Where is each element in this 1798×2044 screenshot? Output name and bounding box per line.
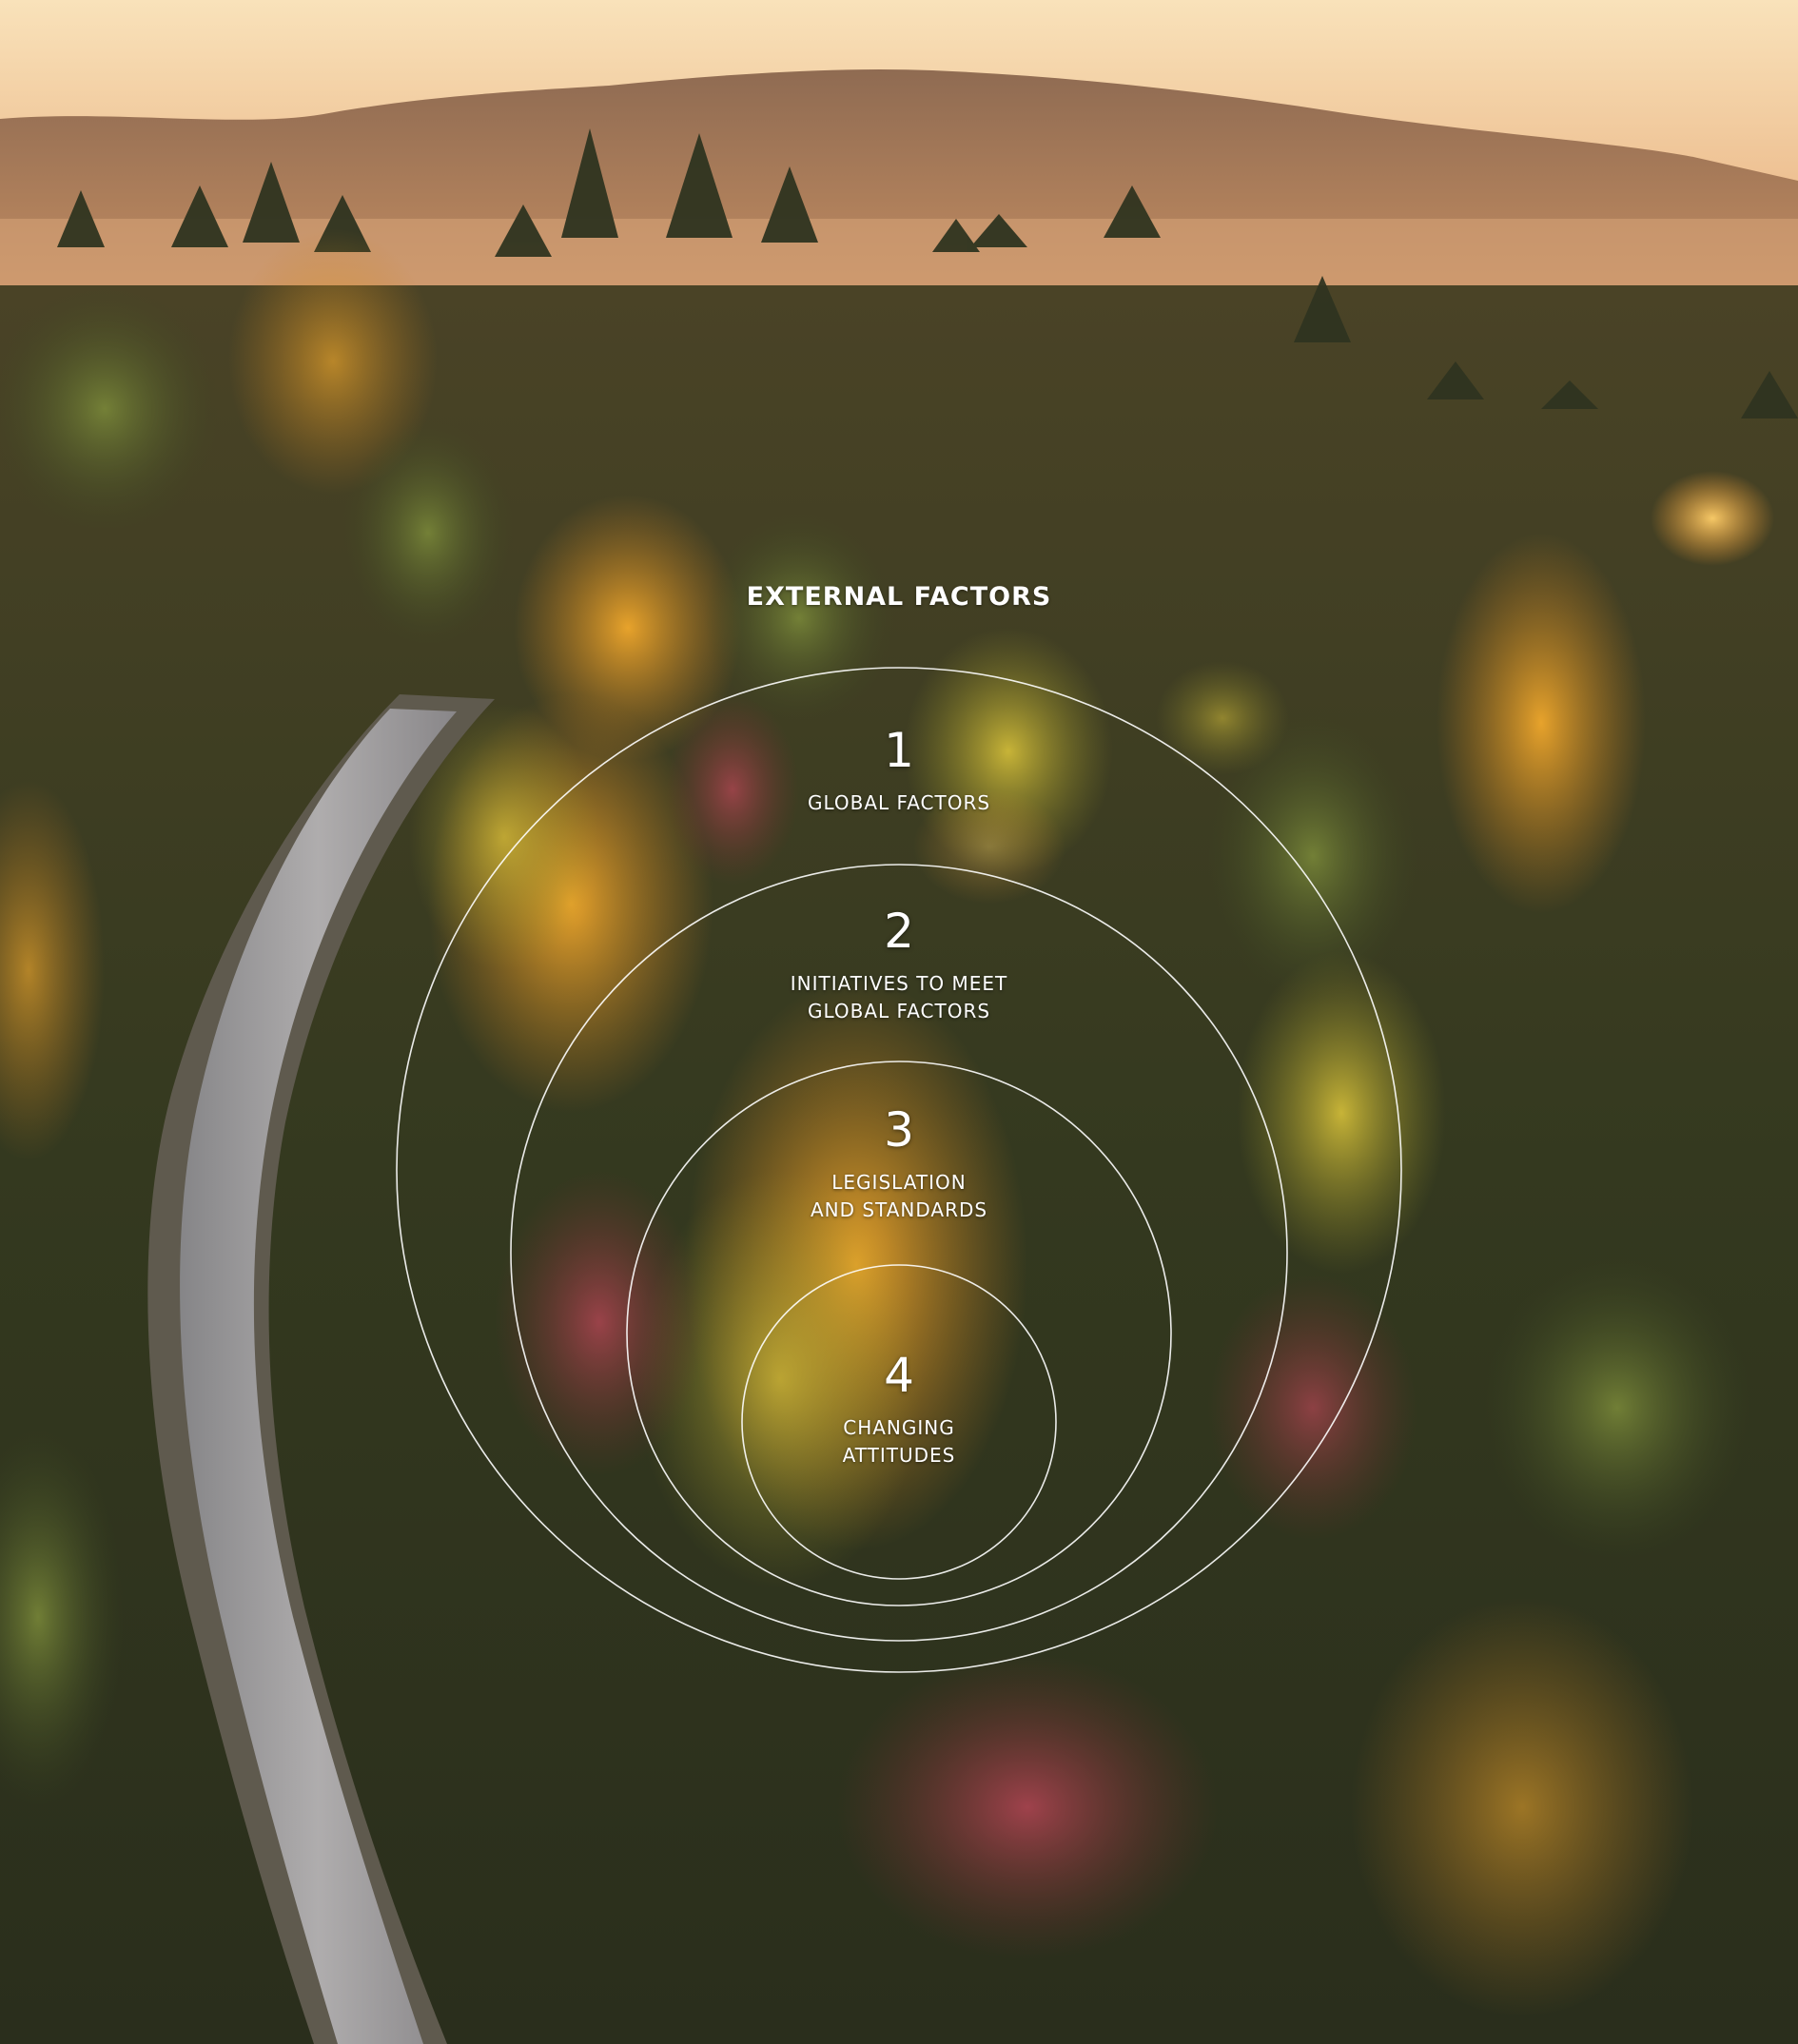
factor-3-label-line-1: LEGISLATION bbox=[831, 1171, 967, 1194]
factor-4-label-line-2: ATTITUDES bbox=[842, 1444, 956, 1467]
factor-4-number: 4 bbox=[884, 1348, 914, 1403]
factor-1-number: 1 bbox=[884, 723, 914, 778]
diagram-title: EXTERNAL FACTORS bbox=[746, 582, 1052, 612]
factor-4-label-line-1: CHANGING bbox=[843, 1416, 955, 1439]
forest-scene: EXTERNAL FACTORS 1 GLOBAL FACTORS 2 INIT… bbox=[0, 0, 1798, 2044]
factor-3-label-line-2: AND STANDARDS bbox=[810, 1198, 988, 1221]
factor-1-label: GLOBAL FACTORS bbox=[807, 791, 991, 814]
factor-2-number: 2 bbox=[884, 904, 914, 959]
factor-2-label-line-2: GLOBAL FACTORS bbox=[807, 1000, 991, 1022]
factor-2-label-line-1: INITIATIVES TO MEET bbox=[790, 972, 1008, 995]
factor-3-number: 3 bbox=[884, 1102, 914, 1158]
